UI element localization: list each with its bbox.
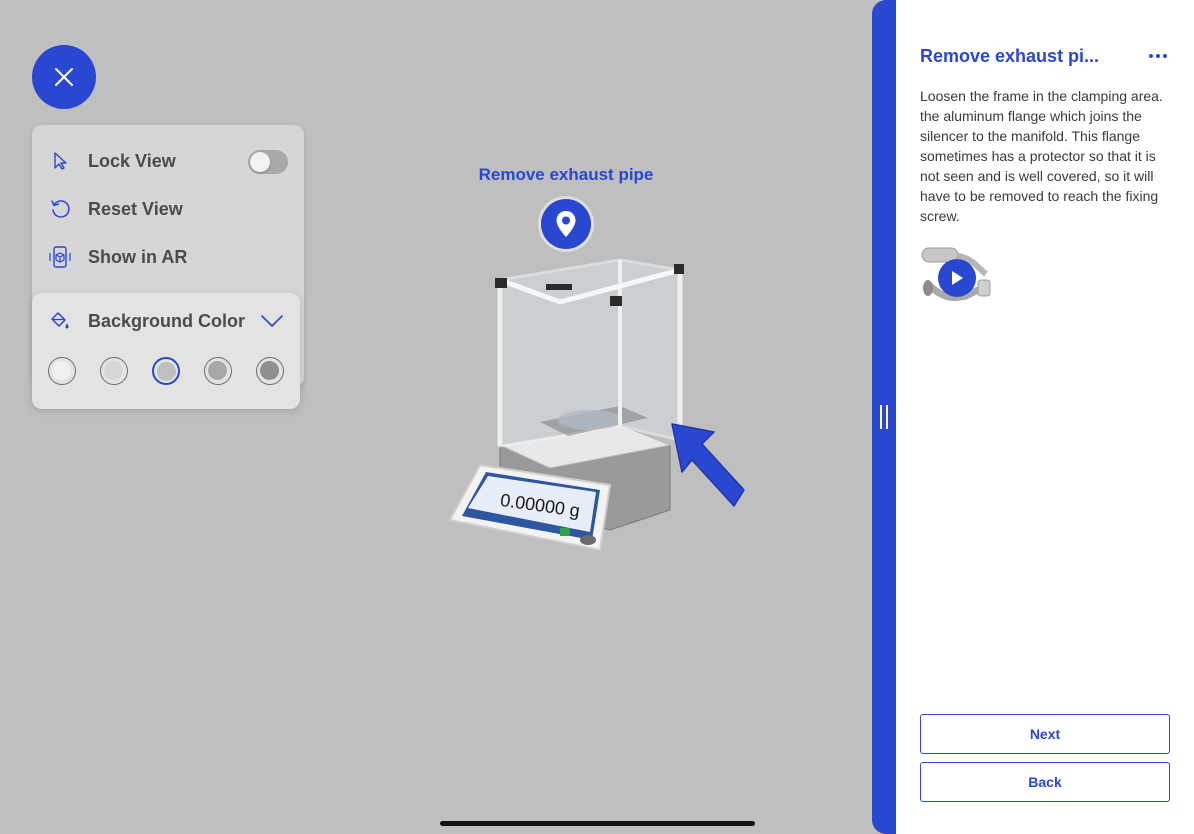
close-button[interactable] <box>32 45 96 109</box>
show-in-ar-label: Show in AR <box>88 246 188 267</box>
paint-bucket-icon <box>48 309 72 333</box>
toggle-knob <box>250 152 270 172</box>
swatch-fill <box>104 361 123 380</box>
background-color-header[interactable]: Background Color <box>48 301 284 341</box>
lock-view-toggle[interactable] <box>248 150 288 174</box>
reset-view-item[interactable]: Reset View <box>48 189 288 229</box>
swatch-5[interactable] <box>256 357 284 385</box>
swatch-fill <box>157 362 176 381</box>
3d-viewport[interactable]: Lock View Reset View Show in AR Backgrou… <box>0 0 872 834</box>
play-icon <box>952 271 963 285</box>
reset-view-label: Reset View <box>88 198 183 219</box>
swatch-3[interactable] <box>152 357 180 385</box>
step-description: Loosen the frame in the clamping area. t… <box>920 88 1163 224</box>
grip-icon <box>880 405 888 429</box>
panel-resize-handle[interactable] <box>872 0 896 834</box>
close-icon <box>55 68 73 86</box>
swatch-fill <box>52 361 71 380</box>
lock-view-label: Lock View <box>88 150 176 171</box>
arrow-indicator-icon <box>671 423 745 507</box>
location-pin-icon <box>556 211 576 237</box>
home-indicator <box>440 821 755 826</box>
background-color-label: Background Color <box>88 310 246 331</box>
analytical-balance-model[interactable]: 0.00000 g <box>440 240 760 580</box>
next-button[interactable]: Next <box>920 714 1170 754</box>
lock-view-item[interactable]: Lock View <box>48 141 288 181</box>
annotation-label: Remove exhaust pipe <box>478 165 654 184</box>
more-horizontal-icon <box>1149 54 1167 58</box>
swatch-4[interactable] <box>204 357 232 385</box>
color-swatches <box>48 357 288 385</box>
more-options-button[interactable] <box>1146 44 1170 68</box>
swatch-fill <box>208 361 227 380</box>
step-title: Remove exhaust pi... <box>920 46 1100 66</box>
chevron-down-icon[interactable] <box>260 314 284 328</box>
back-button[interactable]: Back <box>920 762 1170 802</box>
video-thumbnail[interactable] <box>920 244 992 310</box>
instructions-panel: Remove exhaust pi... Loosen the frame in… <box>896 0 1194 834</box>
cursor-arrow-icon <box>48 149 72 173</box>
background-color-panel: Background Color <box>32 293 300 409</box>
ar-cube-icon <box>48 245 72 269</box>
swatch-2[interactable] <box>100 357 128 385</box>
show-in-ar-item[interactable]: Show in AR <box>48 237 288 277</box>
reset-rotate-icon <box>48 197 72 221</box>
swatch-1[interactable] <box>48 357 76 385</box>
play-button[interactable] <box>938 259 976 297</box>
swatch-fill <box>260 361 279 380</box>
